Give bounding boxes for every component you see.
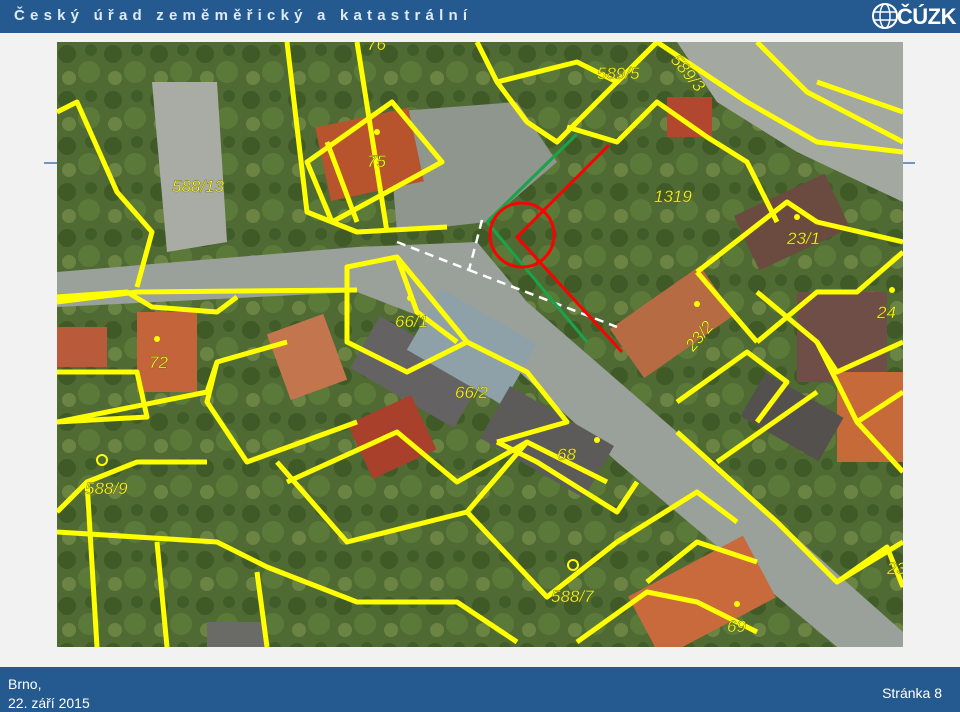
roof	[667, 97, 712, 137]
parcel-label: 23	[886, 559, 903, 578]
logo-text: ČÚZK	[896, 4, 957, 29]
header-bar: Český úřad zeměměřický a katastrální ČÚZ…	[0, 0, 960, 33]
parcel-label: 588/7	[551, 587, 594, 606]
parcel-label: 588/9	[85, 479, 128, 498]
parcel-label: 66/2	[455, 383, 489, 402]
parcel-label: 66/1	[395, 312, 428, 331]
parcel-label: 68	[557, 445, 576, 464]
roof	[837, 372, 903, 462]
decorative-line-right	[903, 162, 915, 164]
cadastral-map[interactable]: 76 589/5 589/3 75 588/13 1319 23/1 66/1 …	[57, 42, 903, 647]
header-title: Český úřad zeměměřický a katastrální	[14, 7, 473, 24]
parcel-label: 24	[876, 303, 896, 322]
footer-bar: Brno, 22. září 2015 Stránka 8	[0, 667, 960, 712]
footer-place: Brno,	[8, 676, 42, 692]
parcel-label: 589/5	[597, 64, 640, 83]
parcel-label: 588/13	[172, 177, 225, 196]
parcel-label: 1319	[654, 187, 692, 206]
parcel-label: 76	[367, 42, 386, 54]
footer-date: 22. září 2015	[8, 695, 90, 711]
parcel-label: 72	[149, 353, 168, 372]
parcel-label: 75	[367, 152, 386, 171]
parcel-label: 69	[727, 617, 746, 636]
cuzk-logo: ČÚZK	[865, 0, 960, 33]
roof	[137, 312, 197, 392]
page-number: Stránka 8	[882, 685, 942, 701]
parcel-label: 23/1	[786, 229, 820, 248]
roof	[57, 327, 107, 367]
map-canvas: 76 589/5 589/3 75 588/13 1319 23/1 66/1 …	[57, 42, 903, 647]
decorative-line-left	[44, 162, 57, 164]
roof	[207, 622, 267, 647]
